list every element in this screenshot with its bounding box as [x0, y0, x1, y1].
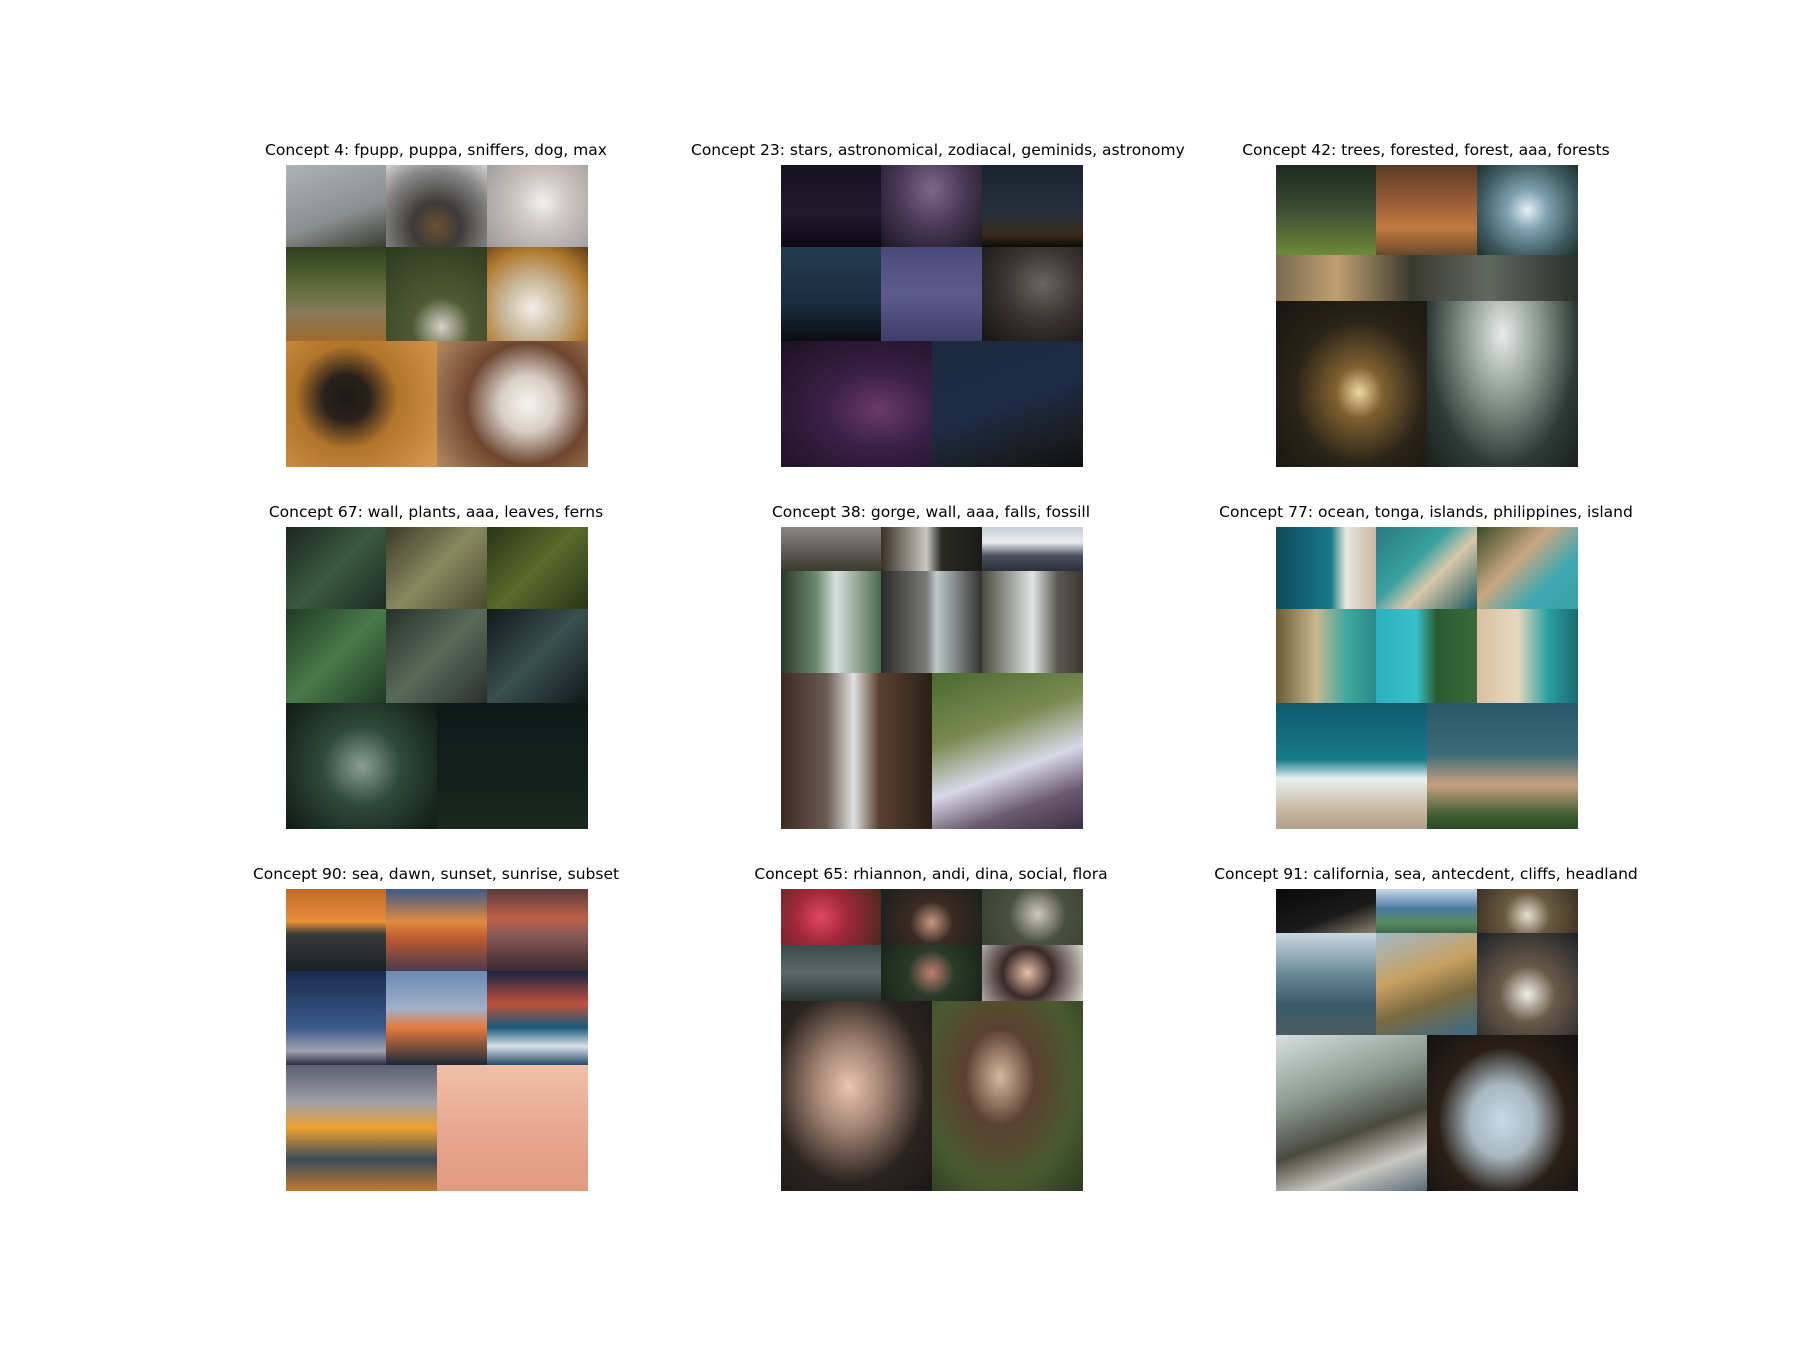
photo-tile: [286, 703, 437, 829]
photo-tile: [1376, 527, 1477, 609]
photo-tile: [982, 889, 1083, 945]
photo-tile: [286, 971, 386, 1065]
concept-panel-7: Concept 90: sea, dawn, sunset, sunrise, …: [196, 865, 676, 1195]
photo-tile: [437, 703, 588, 829]
concept-panel-3: Concept 42: trees, forested, forest, aaa…: [1186, 141, 1666, 471]
photo-tile: [932, 1001, 1083, 1191]
photo-tile: [487, 971, 588, 1065]
photo-tile: [1427, 301, 1578, 467]
photo-tile: [781, 945, 881, 1001]
photo-tile: [1276, 527, 1376, 609]
photo-tile: [932, 673, 1083, 829]
photo-tile: [781, 165, 881, 247]
photo-tile: [386, 165, 487, 247]
photo-tile: [1477, 933, 1578, 1035]
concept-panel-9: Concept 91: california, sea, antecdent, …: [1186, 865, 1666, 1195]
photo-tile: [386, 971, 487, 1065]
photo-tile: [881, 889, 982, 945]
photo-tile: [982, 945, 1083, 1001]
photo-tile: [1427, 703, 1578, 829]
photo-tile: [1427, 1035, 1578, 1191]
panel-title: Concept 77: ocean, tonga, islands, phili…: [1219, 503, 1633, 521]
photo-tile: [881, 247, 982, 341]
photo-tile: [1276, 609, 1376, 703]
photo-tile: [1477, 609, 1578, 703]
photo-tile: [286, 527, 386, 609]
photo-tile: [487, 247, 588, 341]
image-collage: [781, 165, 1083, 467]
photo-tile: [1376, 889, 1477, 933]
photo-tile: [286, 165, 386, 247]
photo-tile: [386, 609, 487, 703]
photo-tile: [1477, 889, 1578, 933]
photo-tile: [1276, 703, 1427, 829]
photo-tile: [487, 889, 588, 971]
image-collage: [1276, 889, 1578, 1191]
photo-tile: [487, 609, 588, 703]
photo-tile: [1276, 165, 1376, 255]
photo-tile: [982, 165, 1083, 247]
panel-title: Concept 4: fpupp, puppa, sniffers, dog, …: [265, 141, 607, 159]
image-collage: [781, 889, 1083, 1191]
photo-tile: [982, 247, 1083, 341]
photo-tile: [437, 341, 588, 467]
photo-tile: [386, 247, 487, 341]
photo-tile: [881, 165, 982, 247]
photo-tile: [881, 945, 982, 1001]
photo-tile: [781, 889, 881, 945]
photo-tile: [781, 247, 881, 341]
photo-tile: [1276, 1035, 1427, 1191]
photo-tile: [781, 341, 932, 467]
photo-tile: [487, 527, 588, 609]
photo-tile: [1376, 609, 1477, 703]
panel-title: Concept 65: rhiannon, andi, dina, social…: [754, 865, 1108, 883]
photo-tile: [1276, 301, 1427, 467]
photo-tile: [1276, 889, 1376, 933]
concept-panel-6: Concept 77: ocean, tonga, islands, phili…: [1186, 503, 1666, 833]
photo-tile: [881, 527, 982, 571]
photo-tile: [286, 609, 386, 703]
panel-title: Concept 38: gorge, wall, aaa, falls, fos…: [771, 503, 1091, 521]
concept-panel-2: Concept 23: stars, astronomical, zodiaca…: [691, 141, 1185, 471]
concept-panel-8: Concept 65: rhiannon, andi, dina, social…: [691, 865, 1171, 1195]
photo-tile: [781, 1001, 932, 1191]
image-collage: [1276, 527, 1578, 829]
photo-tile: [1276, 255, 1578, 301]
photo-tile: [1376, 165, 1477, 255]
panel-title: Concept 23: stars, astronomical, zodiaca…: [691, 141, 1185, 159]
image-collage: [286, 889, 588, 1191]
panel-title: Concept 91: california, sea, antecdent, …: [1214, 865, 1638, 883]
photo-tile: [386, 889, 487, 971]
image-collage: [781, 527, 1083, 829]
photo-tile: [437, 1065, 588, 1191]
image-collage: [1276, 165, 1578, 467]
photo-tile: [781, 673, 932, 829]
photo-tile: [1477, 165, 1578, 255]
photo-tile: [781, 527, 881, 571]
concept-panel-4: Concept 67: wall, plants, aaa, leaves, f…: [196, 503, 676, 833]
photo-tile: [286, 1065, 437, 1191]
photo-tile: [286, 247, 386, 341]
photo-tile: [286, 889, 386, 971]
photo-tile: [1376, 933, 1477, 1035]
image-collage: [286, 527, 588, 829]
image-collage: [286, 165, 588, 467]
photo-tile: [386, 527, 487, 609]
photo-tile: [982, 527, 1083, 571]
photo-tile: [1477, 527, 1578, 609]
photo-tile: [487, 165, 588, 247]
concept-panel-5: Concept 38: gorge, wall, aaa, falls, fos…: [691, 503, 1171, 833]
panel-title: Concept 90: sea, dawn, sunset, sunrise, …: [252, 865, 620, 883]
photo-tile: [1276, 933, 1376, 1035]
panel-title: Concept 42: trees, forested, forest, aaa…: [1242, 141, 1610, 159]
concept-panel-1: Concept 4: fpupp, puppa, sniffers, dog, …: [196, 141, 676, 471]
panel-title: Concept 67: wall, plants, aaa, leaves, f…: [268, 503, 604, 521]
photo-tile: [932, 341, 1083, 467]
photo-tile: [286, 341, 437, 467]
